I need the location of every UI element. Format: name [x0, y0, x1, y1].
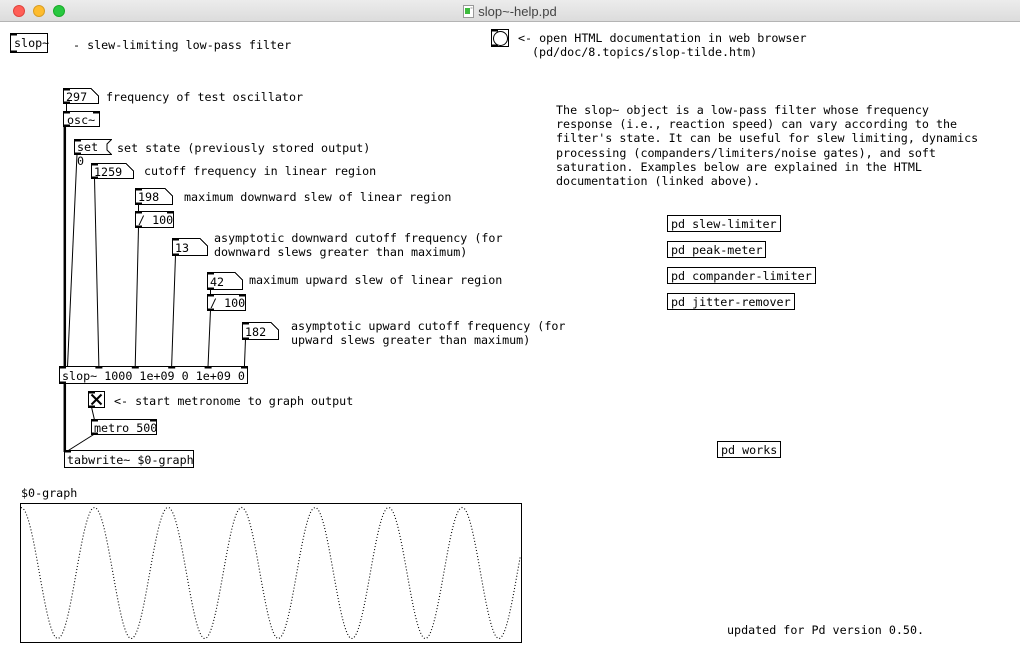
- comment-up-asym-line2: upward slews greater than maximum): [291, 333, 530, 347]
- graph-array-label: $0-graph: [21, 486, 77, 500]
- subpatch-jitter-remover[interactable]: pd jitter-remover: [667, 293, 795, 310]
- comment-up-asym-line1: asymptotic upward cutoff frequency (for: [291, 319, 565, 333]
- subpatch-compander-limiter[interactable]: pd compander-limiter: [667, 267, 816, 284]
- waveform-plot: [21, 504, 521, 642]
- number-box-down-asym[interactable]: 13: [172, 238, 208, 256]
- object-box-divide-100-a: / 100: [135, 211, 174, 228]
- toggle-start-metronome[interactable]: [88, 391, 105, 408]
- object-box-osc: osc~: [63, 111, 100, 127]
- toggle-x-icon: [89, 392, 104, 407]
- bang-open-docs[interactable]: [491, 29, 509, 47]
- description-line: documentation (linked above).: [556, 174, 760, 188]
- description-line: response (i.e., reaction speed) can vary…: [556, 117, 957, 131]
- object-box-tabwrite: tabwrite~ $0-graph: [64, 450, 194, 468]
- comment-down-asym-line1: asymptotic downward cutoff frequency (fo…: [214, 231, 503, 245]
- object-box-slop-title: slop~: [10, 33, 48, 53]
- description-line: saturation. Examples below are explained…: [556, 160, 922, 174]
- footer-version-note: updated for Pd version 0.50.: [727, 623, 924, 637]
- number-box-frequency[interactable]: 297: [63, 88, 99, 104]
- bang-circle-icon: [493, 31, 508, 46]
- comment-down-asym: asymptotic downward cutoff frequency (fo…: [214, 231, 503, 259]
- object-box-slop-main: slop~ 1000 1e+09 0 1e+09 0: [59, 366, 248, 384]
- comment-docs-path: (pd/doc/8.topics/slop-tilde.htm): [532, 45, 757, 59]
- comment-down-asym-line2: downward slews greater than maximum): [214, 245, 467, 259]
- description-line: filter's state. It can be useful for sle…: [556, 131, 978, 145]
- subpatch-peak-meter[interactable]: pd peak-meter: [667, 241, 766, 258]
- subpatch-works[interactable]: pd works: [717, 441, 781, 458]
- subpatch-slew-limiter[interactable]: pd slew-limiter: [667, 215, 781, 232]
- window-title-text: slop~-help.pd: [478, 4, 556, 19]
- comment-down-slew: maximum downward slew of linear region: [184, 190, 451, 204]
- comment-up-slew: maximum upward slew of linear region: [249, 273, 502, 287]
- waveform-trace: [21, 508, 521, 639]
- graph-canvas: [20, 503, 522, 643]
- number-box-up-asym[interactable]: 182: [242, 322, 279, 340]
- description-line: The slop~ object is a low-pass filter wh…: [556, 103, 929, 117]
- document-icon: [463, 5, 474, 18]
- comment-cutoff: cutoff frequency in linear region: [144, 164, 376, 178]
- description-line: processing (companders/limiters/noise ga…: [556, 146, 936, 160]
- window-titlebar: slop~-help.pd: [0, 0, 1020, 22]
- comment-set-state: set state (previously stored output): [117, 141, 370, 155]
- window-title: slop~-help.pd: [0, 4, 1020, 19]
- number-box-up-slew[interactable]: 42: [207, 272, 243, 290]
- comment-description: - slew-limiting low-pass filter: [73, 38, 291, 52]
- object-box-metro: metro 500: [91, 419, 157, 435]
- comment-open-docs: <- open HTML documentation in web browse…: [518, 31, 807, 45]
- number-box-down-slew[interactable]: 198: [135, 188, 173, 205]
- object-box-divide-100-b: / 100: [207, 294, 246, 311]
- message-box-set-state[interactable]: set 0: [74, 139, 112, 155]
- comment-up-asym: asymptotic upward cutoff frequency (foru…: [291, 319, 565, 347]
- number-box-cutoff[interactable]: 1259: [91, 163, 134, 179]
- comment-frequency: frequency of test oscillator: [106, 90, 303, 104]
- comment-start-metronome: <- start metronome to graph output: [114, 394, 353, 408]
- description-paragraph: The slop~ object is a low-pass filter wh…: [556, 103, 978, 188]
